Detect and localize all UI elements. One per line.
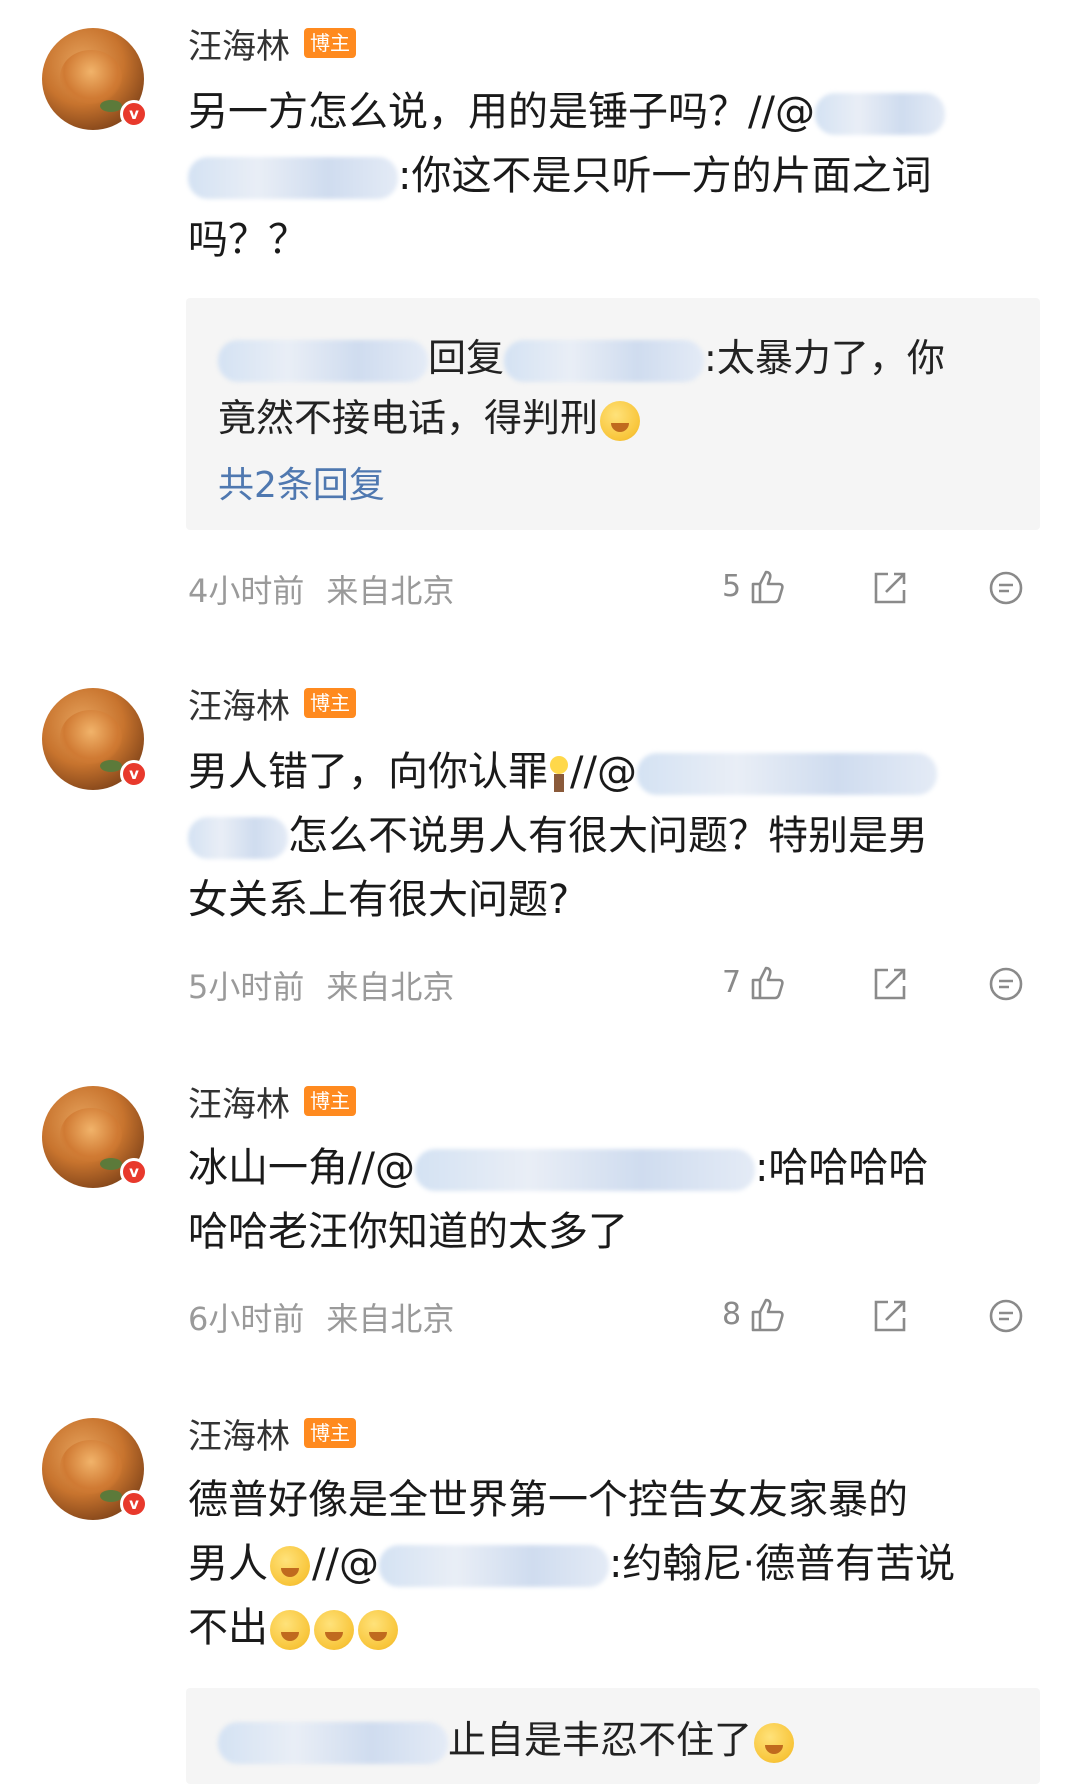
comment-text-line: :约翰尼·德普有苦说 [608, 1541, 956, 1587]
timestamp: 4小时前 [188, 572, 305, 610]
avatar[interactable]: v [42, 1418, 148, 1520]
reply-text: 止自是丰忍不住了 [218, 1710, 1010, 1770]
blogger-tag: 博主 [304, 1086, 356, 1116]
avatar-cat-image [60, 50, 122, 104]
verified-badge: v [120, 1490, 148, 1518]
reply-text-line: 止自是丰忍不住了 [448, 1718, 753, 1762]
like-button[interactable]: 8 [722, 1294, 787, 1334]
location: 来自北京 [326, 968, 455, 1006]
comment-text-line: 另一方怎么说，用的是锤子吗？//@ [188, 89, 815, 135]
comment-meta: 6小时前 来自北京 [188, 1294, 454, 1340]
share-icon[interactable] [870, 1296, 910, 1336]
comment-meta: 5小时前 来自北京 [188, 962, 454, 1008]
thumbs-up-icon [751, 570, 784, 604]
comment-text-line: 吗？？ [188, 217, 308, 263]
avatar-leaf [100, 760, 122, 772]
timestamp: 6小时前 [188, 1300, 305, 1338]
thumbs-up-icon [751, 1298, 784, 1332]
reply-text-line: :太暴力了，你 [704, 336, 945, 380]
author-row: 汪海林 博主 [188, 1077, 356, 1126]
timestamp: 5小时前 [188, 968, 305, 1006]
action-bar: 7 [700, 958, 1040, 1008]
author-row: 汪海林 博主 [188, 679, 356, 728]
avatar-cat-image [60, 710, 122, 764]
avatar-leaf [100, 1158, 122, 1170]
comment-icon[interactable] [986, 964, 1026, 1004]
comment-icon[interactable] [986, 568, 1026, 608]
like-count: 5 [722, 568, 742, 604]
comment-text-line: :你这不是只听一方的片面之词 [398, 153, 932, 199]
blurred-username [218, 1721, 448, 1764]
like-button[interactable]: 5 [722, 566, 787, 606]
action-bar: 5 [700, 562, 1040, 612]
reply-text-line: 竟然不接电话，得判刑 [218, 396, 599, 440]
blurred-username [218, 339, 428, 382]
blogger-tag: 博主 [304, 688, 356, 718]
avatar-leaf [100, 1490, 122, 1502]
avatar-cat-image [60, 1440, 122, 1494]
view-replies-link[interactable]: 共2条回复 [218, 456, 385, 508]
laugh-cry-emoji-icon [314, 1610, 354, 1650]
avatar-leaf [100, 100, 122, 112]
shush-emoji-icon [600, 400, 641, 441]
comment-text: 男人错了，向你认罪 //@ 怎么不说男人有很大问题？特别是男 女关系上有很大问题? [188, 740, 1038, 932]
blogger-tag: 博主 [304, 1418, 356, 1448]
comment-text-line: 女关系上有很大问题? [188, 877, 570, 923]
avatar-cat-image [60, 1108, 122, 1162]
verified-badge: v [120, 1158, 148, 1186]
like-count: 8 [722, 1296, 742, 1332]
comment-text-line: //@ [570, 749, 637, 795]
reply-word: 回复 [428, 336, 505, 380]
location: 来自北京 [326, 1300, 455, 1338]
reply-box[interactable]: 回复 :太暴力了，你 竟然不接电话，得判刑 共2条回复 [186, 298, 1040, 530]
verified-badge: v [120, 760, 148, 788]
comment-text-line: 怎么不说男人有很大问题？特别是男 [288, 813, 928, 859]
avatar[interactable]: v [42, 1086, 148, 1188]
blogger-tag: 博主 [304, 28, 356, 58]
comment-icon[interactable] [986, 1296, 1026, 1336]
blurred-mention [636, 753, 937, 795]
reply-text: 回复 :太暴力了，你 竟然不接电话，得判刑 [218, 328, 1010, 448]
reply-box[interactable]: 止自是丰忍不住了 [186, 1688, 1040, 1784]
author-row: 汪海林 博主 [188, 1409, 356, 1458]
laugh-cry-emoji-icon [754, 1722, 795, 1763]
verified-badge: v [120, 100, 148, 128]
blurred-mention [414, 1149, 755, 1191]
comment-text-line: 男人 [188, 1541, 268, 1587]
author-name[interactable]: 汪海林 [188, 1409, 290, 1458]
comment-text: 冰山一角//@ :哈哈哈哈 哈哈老汪你知道的太多了 [188, 1136, 1038, 1264]
comment-text: 德普好像是全世界第一个控告女友家暴的 男人 //@ :约翰尼·德普有苦说 不出 [188, 1468, 1038, 1660]
comment-text-line: 德普好像是全世界第一个控告女友家暴的 [188, 1477, 908, 1523]
blurred-mention [188, 817, 288, 859]
comment-text-line: :哈哈哈哈 [754, 1145, 929, 1191]
comment-text-line: 哈哈老汪你知道的太多了 [188, 1209, 628, 1255]
bowing-figure-icon [548, 754, 570, 794]
share-icon[interactable] [870, 568, 910, 608]
like-count: 7 [722, 964, 742, 1000]
comment-text-line: 冰山一角//@ [188, 1145, 415, 1191]
blurred-mention [814, 93, 945, 135]
comment-text-line: 男人错了，向你认罪 [188, 749, 548, 795]
like-button[interactable]: 7 [722, 962, 787, 1002]
location: 来自北京 [326, 572, 455, 610]
avatar[interactable]: v [42, 28, 148, 130]
author-name[interactable]: 汪海林 [188, 1077, 290, 1126]
author-name[interactable]: 汪海林 [188, 19, 290, 68]
action-bar: 8 [700, 1290, 1040, 1340]
share-icon[interactable] [870, 964, 910, 1004]
comment-text-line: //@ [312, 1541, 379, 1587]
thumbs-up-icon [751, 966, 784, 1000]
author-name[interactable]: 汪海林 [188, 679, 290, 728]
pleading-emoji-icon [270, 1610, 310, 1650]
crying-emoji-icon [358, 1610, 398, 1650]
blurred-username [504, 339, 705, 382]
author-row: 汪海林 博主 [188, 19, 356, 68]
avatar[interactable]: v [42, 688, 148, 790]
blurred-mention [378, 1545, 609, 1587]
comment-text-line: 不出 [188, 1605, 268, 1651]
comment-text: 另一方怎么说，用的是锤子吗？//@ :你这不是只听一方的片面之词 吗？？ [188, 80, 1038, 272]
blurred-mention [188, 157, 398, 199]
laugh-cry-emoji-icon [270, 1546, 310, 1586]
comment-meta: 4小时前 来自北京 [188, 566, 454, 612]
